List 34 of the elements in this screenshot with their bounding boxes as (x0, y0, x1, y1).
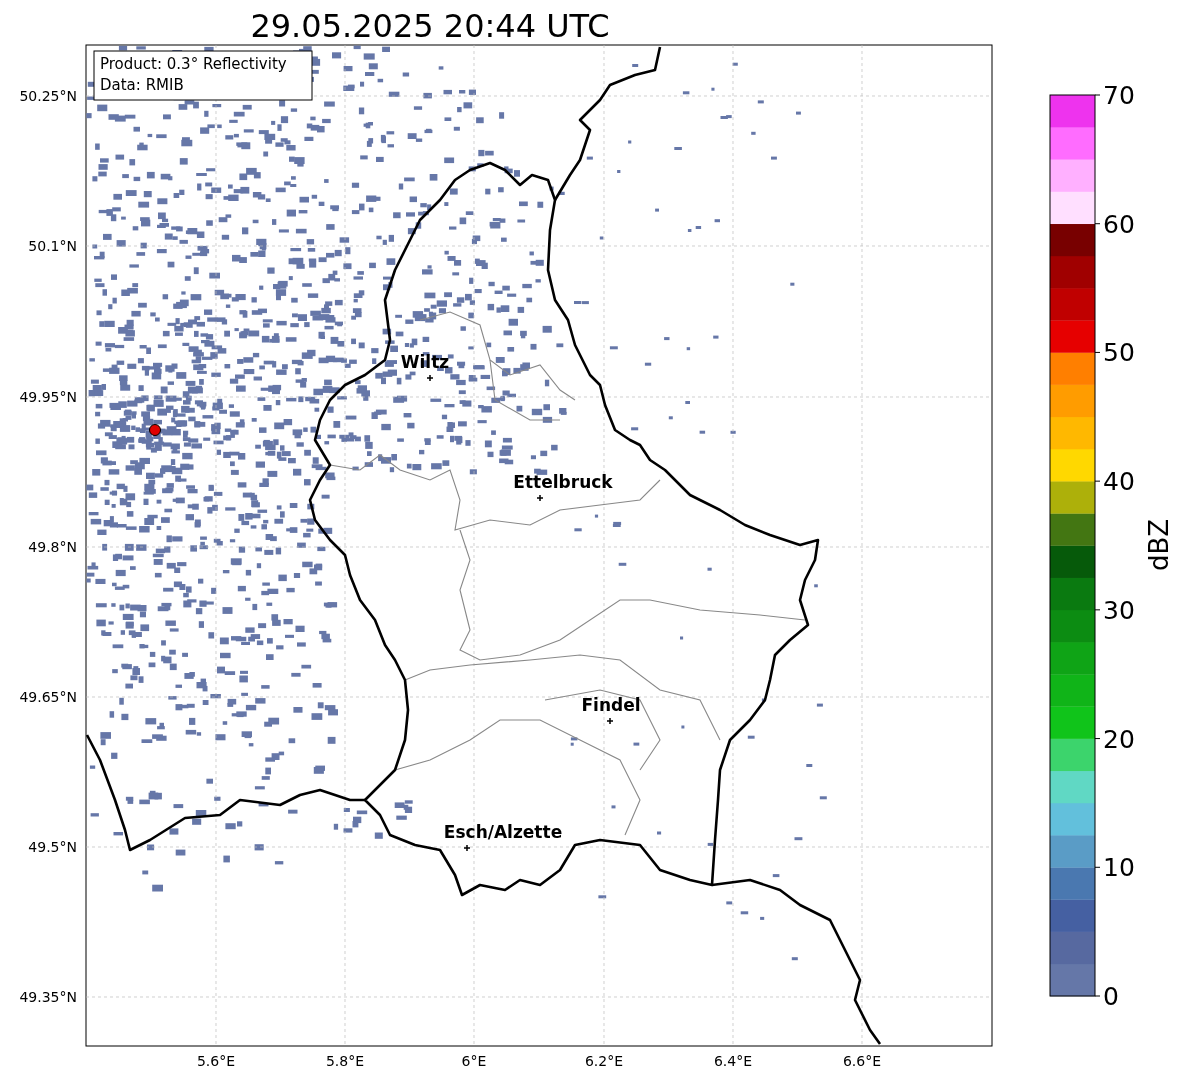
longitude-label: 6.2°E (584, 1053, 624, 1069)
colorbar-tick-label: 60 (1103, 209, 1135, 239)
city-label: Wiltz (400, 352, 450, 372)
longitude-label: 6°E (461, 1053, 487, 1069)
info-text: Product: 0.3° Reflectivity (100, 55, 287, 73)
colorbar-tick-label: 30 (1103, 595, 1135, 625)
latitude-label: 50.25°N (19, 88, 77, 104)
latitude-label: 49.65°N (19, 689, 77, 705)
info-text: Data: RMIB (100, 76, 184, 94)
longitude-label: 6.6°E (842, 1053, 882, 1069)
colorbar-tick-label: 70 (1103, 81, 1135, 110)
city-marker (463, 844, 471, 852)
longitude-label: 6.4°E (713, 1053, 753, 1069)
latitude-label: 50.1°N (28, 238, 77, 254)
colorbar-label: dBZ (1144, 518, 1174, 572)
longitude-label: 5.6°E (196, 1053, 236, 1069)
latitude-label: 49.95°N (19, 389, 77, 405)
city-label: Ettelbruck (513, 472, 613, 492)
colorbar-tick-label: 10 (1103, 853, 1135, 883)
colorbar-tick-label: 50 (1103, 338, 1135, 368)
latitude-label: 49.35°N (19, 989, 77, 1005)
city-marker (606, 717, 614, 725)
city-label: Findel (581, 695, 641, 715)
colorbar-tick-label: 0 (1103, 982, 1119, 1011)
city-marker (536, 494, 544, 502)
colorbar-tick-label: 20 (1103, 724, 1135, 754)
city-marker (426, 374, 434, 382)
radar-site-marker (149, 424, 161, 436)
city-label: Esch/Alzette (443, 822, 563, 842)
latitude-label: 49.5°N (28, 839, 77, 855)
latitude-label: 49.8°N (28, 539, 77, 555)
chart-title: 29.05.2025 20:44 UTC (250, 7, 610, 45)
colorbar-tick-label: 40 (1103, 467, 1135, 497)
longitude-label: 5.8°E (325, 1053, 365, 1069)
